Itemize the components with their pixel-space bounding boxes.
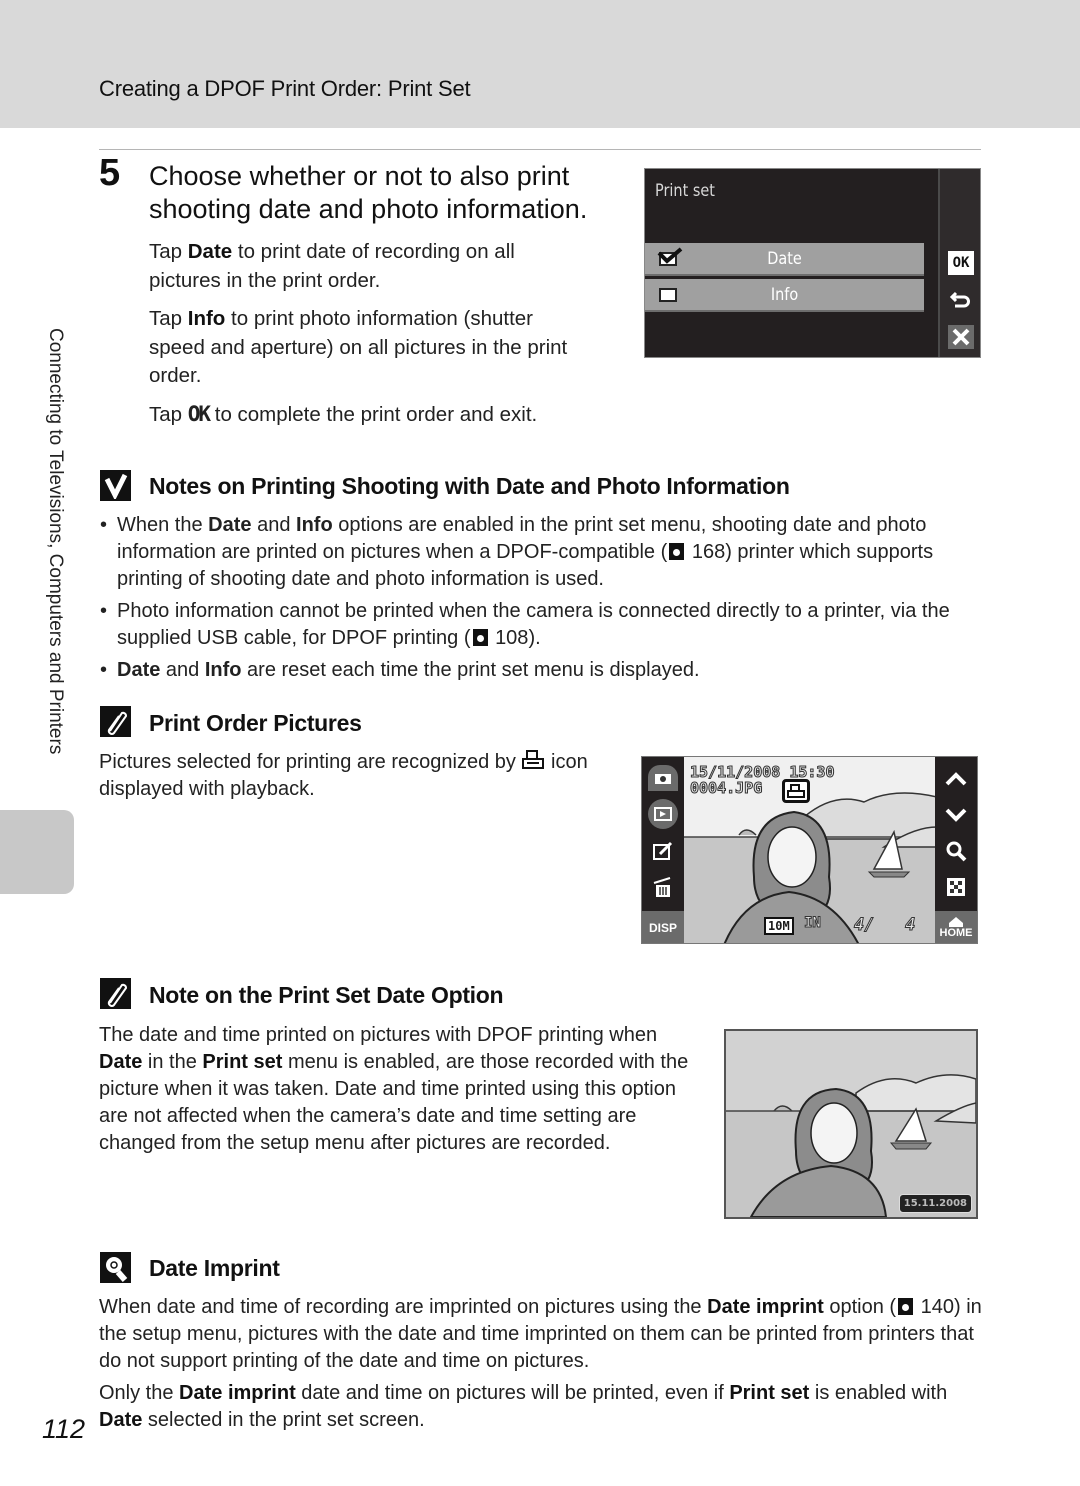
disp-button[interactable]: DISP (642, 911, 684, 943)
header-band (0, 0, 1080, 128)
edit-icon (653, 841, 673, 860)
scroll-up-button[interactable] (943, 767, 969, 791)
print-order-indicator-icon (782, 779, 810, 803)
note-bullet: • When the Date and Info options are ena… (100, 514, 934, 590)
notes-heading: Notes on Printing Shooting with Date and… (149, 473, 790, 499)
date-option-text: The date and time printed on pictures wi… (99, 1024, 689, 1154)
page-number: 112 (42, 1414, 86, 1444)
print-order-heading: Print Order Pictures (149, 710, 362, 736)
print-set-screen: Print set Date Info OK (644, 168, 981, 358)
thumbnail-grid-icon (947, 878, 965, 896)
section-title: Creating a DPOF Print Order: Print Set (99, 76, 471, 101)
sample-photo: 15.11.2008 (724, 1029, 978, 1219)
back-arrow-icon (950, 291, 970, 308)
chapter-tab: Connecting to Televisions, Computers and… (42, 328, 66, 798)
step-paragraph-info: Tap Info to print photo information (shu… (149, 307, 568, 387)
header-divider (99, 149, 981, 150)
portrait-illustration (726, 1031, 976, 1217)
playback-mode-button[interactable] (648, 799, 678, 829)
ok-icon: OK (187, 402, 211, 426)
playback-left-toolbar: DISP (642, 757, 684, 943)
close-icon (952, 328, 970, 346)
delete-button[interactable] (650, 875, 676, 901)
print-set-screen-title: Print set (655, 181, 715, 201)
step-paragraph-ok: Tap OK to complete the print order and e… (149, 400, 629, 430)
playback-right-toolbar: HOME (935, 757, 977, 943)
frame-counter: 4/ 4 (853, 915, 916, 936)
home-icon (949, 917, 963, 927)
pencil-note-icon (100, 706, 131, 737)
tip-bulb-icon (100, 1252, 131, 1283)
print-set-side-bar: OK (938, 169, 980, 357)
step-title: Choose whether or not to also print shoo… (149, 161, 588, 224)
page-reference-icon (898, 1298, 914, 1315)
date-imprint-stamp: 15.11.2008 (898, 1194, 972, 1213)
internal-memory-indicator: IN (804, 915, 822, 932)
close-button[interactable] (948, 325, 974, 349)
page-reference[interactable]: 108 (495, 627, 528, 649)
date-imprint-heading: Date Imprint (149, 1255, 280, 1281)
check-note-icon (100, 470, 131, 501)
chapter-tab-label: Connecting to Televisions, Computers and… (45, 328, 66, 755)
print-order-icon (522, 750, 545, 769)
camera-icon (655, 774, 671, 784)
chevron-up-icon (945, 772, 967, 786)
step-paragraph-date: Tap Date to print date of recording on a… (149, 240, 515, 292)
date-option-heading: Note on the Print Set Date Option (149, 982, 504, 1008)
scroll-down-button[interactable] (943, 803, 969, 827)
print-set-option-date[interactable]: Date (645, 243, 924, 276)
print-set-option-info[interactable]: Info (645, 279, 924, 312)
print-order-text: Pictures selected for printing are recog… (99, 750, 588, 800)
thumbnail-button[interactable] (943, 875, 969, 899)
playback-screen: 15/11/2008 15:30 0004.JPG 10M IN 4/ 4 DI… (641, 756, 978, 944)
zoom-button[interactable] (943, 839, 969, 863)
playback-photo: 15/11/2008 15:30 0004.JPG 10M IN 4/ 4 (684, 757, 938, 943)
magnifier-icon (946, 841, 967, 862)
ok-button[interactable]: OK (948, 251, 974, 275)
note-bullet: • Photo information cannot be printed wh… (100, 600, 950, 649)
page-reference[interactable]: 140 (921, 1296, 954, 1318)
chevron-down-icon (945, 808, 967, 822)
date-imprint-paragraph-2: Only the Date imprint date and time on p… (99, 1382, 948, 1431)
home-button[interactable]: HOME (935, 911, 977, 943)
page-reference[interactable]: 168 (692, 541, 725, 563)
date-imprint-paragraph-1: When date and time of recording are impr… (99, 1296, 982, 1372)
shooting-mode-button[interactable] (648, 765, 678, 791)
image-size-indicator: 10M (764, 917, 794, 935)
play-icon (654, 807, 672, 821)
chapter-tab-marker (0, 810, 74, 894)
note-bullet: • Date and Info are reset each time the … (100, 659, 700, 681)
trash-icon (653, 877, 671, 897)
page-reference-icon (669, 543, 685, 560)
pencil-note-icon (100, 978, 131, 1009)
playback-filename: 0004.JPG (689, 779, 763, 798)
page-reference-icon (472, 629, 488, 646)
edit-button[interactable] (650, 839, 676, 863)
step-number: 5 (99, 152, 121, 194)
back-button[interactable] (948, 287, 974, 311)
